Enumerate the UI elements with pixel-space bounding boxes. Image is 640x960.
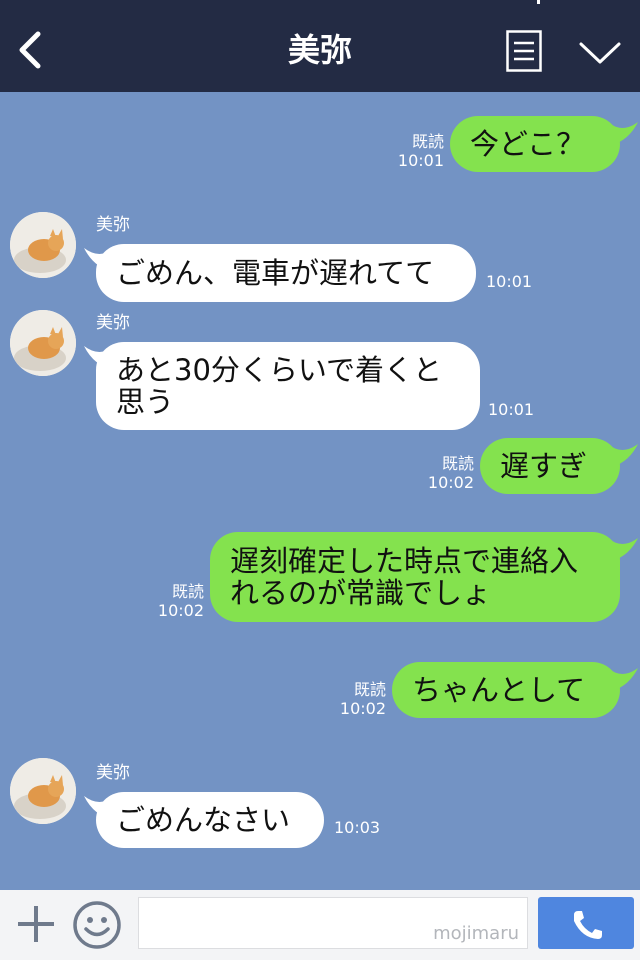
message-meta: 既読 10:02 xyxy=(322,680,386,718)
bubble-tail xyxy=(608,538,638,562)
message-time: 10:03 xyxy=(334,818,381,837)
chevron-down-icon[interactable] xyxy=(578,40,622,66)
message-text: ちゃんとして xyxy=(412,673,586,707)
message-input[interactable]: mojimaru xyxy=(138,897,528,949)
message-list[interactable]: 既読 10:01 今どこ？ 美弥 ごめん、電車が遅れてて 10:01 美弥 あと… xyxy=(0,92,640,890)
outgoing-message-bubble[interactable]: ちゃんとして xyxy=(392,662,620,718)
message-text: あと30分くらいで着くと思う xyxy=(116,353,443,419)
status-mark xyxy=(537,0,540,4)
incoming-message-bubble[interactable]: ごめんなさい xyxy=(96,792,324,848)
incoming-message-bubble[interactable]: ごめん、電車が遅れてて xyxy=(96,244,476,302)
avatar[interactable] xyxy=(10,758,76,824)
watermark: mojimaru xyxy=(433,923,519,944)
incoming-message-bubble[interactable]: あと30分くらいで着くと思う xyxy=(96,342,480,430)
cat-avatar-image xyxy=(10,310,76,376)
avatar[interactable] xyxy=(10,310,76,376)
read-receipt: 既読 xyxy=(441,454,474,473)
phone-icon xyxy=(574,911,602,939)
outgoing-message-bubble[interactable]: 遅すぎ xyxy=(480,438,620,494)
menu-icon[interactable] xyxy=(506,30,542,72)
bubble-tail xyxy=(608,122,638,146)
sender-name: 美弥 xyxy=(96,313,130,333)
read-receipt: 既読 xyxy=(411,132,444,151)
emoji-icon[interactable] xyxy=(72,900,122,950)
bubble-tail xyxy=(608,668,638,692)
cat-avatar-image xyxy=(10,758,76,824)
chat-title: 美弥 xyxy=(287,31,352,69)
message-time: 10:02 xyxy=(427,473,474,492)
message-meta: 既読 10:02 xyxy=(144,582,204,620)
message-time: 10:02 xyxy=(339,699,386,718)
sender-name: 美弥 xyxy=(96,215,130,235)
avatar[interactable] xyxy=(10,212,76,278)
message-meta: 既読 10:01 xyxy=(384,132,444,170)
read-receipt: 既読 xyxy=(171,582,204,601)
message-text: ごめんなさい xyxy=(116,803,291,837)
message-time: 10:01 xyxy=(488,400,535,419)
message-time: 10:01 xyxy=(397,151,444,170)
sender-name: 美弥 xyxy=(96,763,130,783)
plus-icon[interactable] xyxy=(16,904,56,944)
cat-avatar-image xyxy=(10,212,76,278)
message-time: 10:02 xyxy=(157,601,204,620)
message-text: 今どこ？ xyxy=(470,127,586,161)
message-text: 遅刻確定した時点で連絡入れるのが常識でしょ xyxy=(230,544,579,610)
bubble-tail xyxy=(608,444,638,468)
message-text: 遅すぎ xyxy=(500,449,588,483)
call-button[interactable] xyxy=(538,897,634,949)
outgoing-message-bubble[interactable]: 遅刻確定した時点で連絡入れるのが常識でしょ xyxy=(210,532,620,622)
message-time: 10:01 xyxy=(486,272,533,291)
outgoing-message-bubble[interactable]: 今どこ？ xyxy=(450,116,620,172)
chat-header: 美弥 xyxy=(0,0,640,92)
read-receipt: 既読 xyxy=(353,680,386,699)
message-text: ごめん、電車が遅れてて xyxy=(116,256,435,290)
message-meta: 既読 10:02 xyxy=(412,454,474,492)
